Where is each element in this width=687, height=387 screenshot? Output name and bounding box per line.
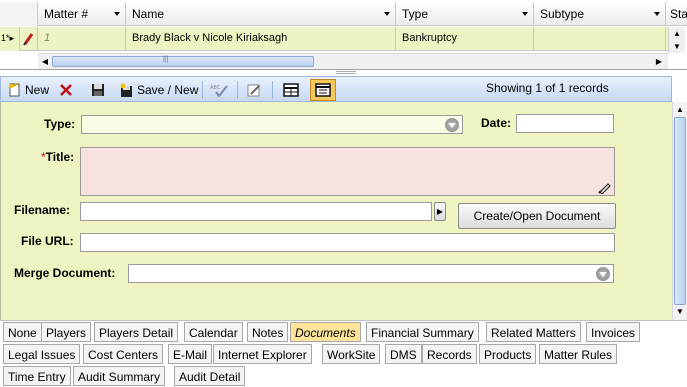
- cell-type[interactable]: Bankruptcy: [396, 27, 534, 51]
- tab-records[interactable]: Records: [422, 344, 477, 364]
- tab-players-detail[interactable]: Players Detail: [94, 322, 179, 342]
- sort-arrow-icon[interactable]: [654, 12, 660, 16]
- tab-audit-summary[interactable]: Audit Summary: [73, 366, 166, 386]
- column-label: Sta: [670, 7, 687, 21]
- tab-calendar[interactable]: Calendar: [184, 322, 243, 342]
- title-field[interactable]: [80, 147, 615, 196]
- form-view-button[interactable]: [310, 79, 336, 101]
- record-count: Showing 1 of 1 records: [486, 81, 609, 95]
- pencil-icon: [20, 27, 38, 51]
- merge-document-label: Merge Document:: [14, 266, 116, 280]
- column-header-name[interactable]: Name: [126, 2, 396, 26]
- grid-view-icon: [283, 83, 299, 97]
- scroll-up-icon[interactable]: ▲: [670, 27, 684, 40]
- tab-cost-centers[interactable]: Cost Centers: [83, 344, 164, 364]
- tab-email[interactable]: E-Mail: [168, 344, 213, 364]
- column-label: Subtype: [540, 7, 585, 21]
- scroll-thumb[interactable]: [674, 117, 686, 305]
- tab-dms[interactable]: DMS: [385, 344, 422, 364]
- matter-grid: Matter # Name Type Subtype Sta 1*▸ 1 Bra…: [0, 0, 687, 70]
- merge-document-dropdown[interactable]: [128, 264, 614, 283]
- type-label: Type:: [44, 117, 76, 131]
- scroll-right-icon[interactable]: ▶: [652, 55, 666, 68]
- tab-matter-rules[interactable]: Matter Rules: [539, 344, 618, 364]
- resize-edit-icon[interactable]: [598, 180, 612, 194]
- tab-strip: None Players Players Detail Calendar Not…: [0, 320, 687, 387]
- scroll-down-icon[interactable]: ▼: [673, 305, 687, 318]
- scroll-down-icon[interactable]: ▼: [670, 40, 684, 53]
- tab-worksite[interactable]: WorkSite: [322, 344, 381, 364]
- spell-check-button[interactable]: ABC: [210, 80, 230, 100]
- cell-name[interactable]: Brady Black v Nicole Kiriaksagh: [126, 27, 396, 51]
- scroll-up-icon[interactable]: ▲: [673, 103, 687, 116]
- play-arrow-icon: ▶: [436, 207, 444, 216]
- tab-none[interactable]: None: [3, 322, 42, 342]
- toolbar: New Save / New ABC Showing 1 of 1 record…: [0, 76, 672, 102]
- file-url-label: File URL:: [21, 234, 74, 248]
- tab-invoices[interactable]: Invoices: [586, 322, 641, 342]
- sort-arrow-icon[interactable]: [114, 12, 120, 16]
- delete-button[interactable]: [59, 80, 73, 100]
- browse-arrow-button[interactable]: ▶: [434, 202, 446, 221]
- filename-label: Filename:: [14, 203, 71, 217]
- tab-products[interactable]: Products: [479, 344, 537, 364]
- title-label: *Title:: [41, 150, 74, 164]
- save-new-icon: [120, 83, 134, 97]
- date-label: Date:: [481, 116, 512, 130]
- grid-vertical-scrollbar[interactable]: ▲ ▼: [668, 27, 685, 53]
- title-label-text: Title:: [45, 150, 75, 164]
- save-new-button[interactable]: Save / New: [120, 80, 198, 100]
- new-document-icon: [8, 83, 22, 97]
- column-header-matter-no[interactable]: Matter #: [38, 2, 126, 26]
- create-open-document-button[interactable]: Create/Open Document: [458, 203, 616, 229]
- scroll-thumb[interactable]: [52, 56, 314, 67]
- save-icon: [91, 83, 105, 97]
- edit-icon: [247, 83, 261, 97]
- filename-field[interactable]: [80, 202, 432, 221]
- row-selector[interactable]: 1*▸: [0, 27, 20, 51]
- grid-horizontal-scrollbar[interactable]: ◀ ||| ▶: [38, 53, 668, 69]
- edit-button[interactable]: [247, 80, 261, 100]
- tab-related-matters[interactable]: Related Matters: [486, 322, 581, 342]
- tab-time-entry[interactable]: Time Entry: [3, 366, 71, 386]
- tab-audit-detail[interactable]: Audit Detail: [174, 366, 246, 386]
- save-button[interactable]: [91, 80, 105, 100]
- date-field[interactable]: [516, 114, 614, 133]
- cell-subtype[interactable]: [534, 27, 666, 51]
- form-vertical-scrollbar[interactable]: ▲ ▼: [672, 102, 687, 320]
- dropdown-arrow-icon[interactable]: [596, 267, 610, 281]
- new-label: New: [25, 83, 50, 97]
- tab-legal-issues[interactable]: Legal Issues: [3, 344, 81, 364]
- new-button[interactable]: New: [8, 80, 49, 100]
- tab-internet-explorer[interactable]: Internet Explorer: [213, 344, 312, 364]
- tab-documents[interactable]: Documents: [290, 322, 361, 342]
- column-label: Name: [132, 7, 165, 21]
- column-label: Type: [402, 7, 429, 21]
- dropdown-arrow-icon[interactable]: [445, 118, 459, 132]
- tab-notes[interactable]: Notes: [247, 322, 289, 342]
- column-label: Matter #: [44, 7, 89, 21]
- sort-arrow-icon[interactable]: [522, 12, 528, 16]
- document-form: Type: Date: *Title: Filename: ▶ Create/O…: [0, 102, 672, 320]
- sort-arrow-icon[interactable]: [384, 12, 390, 16]
- grid-view-button[interactable]: [283, 80, 299, 100]
- type-dropdown[interactable]: [81, 115, 463, 134]
- cell-matter-no[interactable]: 1: [38, 27, 126, 51]
- column-header-type[interactable]: Type: [396, 2, 534, 26]
- column-header-subtype[interactable]: Subtype: [534, 2, 666, 26]
- save-new-label: Save / New: [137, 83, 199, 97]
- delete-icon: [59, 83, 73, 97]
- column-header-status[interactable]: Sta: [666, 2, 687, 26]
- tab-financial-summary[interactable]: Financial Summary: [366, 322, 479, 342]
- form-view-icon: [315, 83, 331, 97]
- file-url-field[interactable]: [80, 233, 615, 252]
- grip-icon: |||: [163, 56, 169, 63]
- grid-corner[interactable]: [0, 2, 38, 26]
- tab-players[interactable]: Players: [41, 322, 92, 342]
- svg-text:ABC: ABC: [210, 85, 221, 91]
- scroll-left-icon[interactable]: ◀: [38, 55, 52, 68]
- spell-check-icon: ABC: [210, 83, 230, 98]
